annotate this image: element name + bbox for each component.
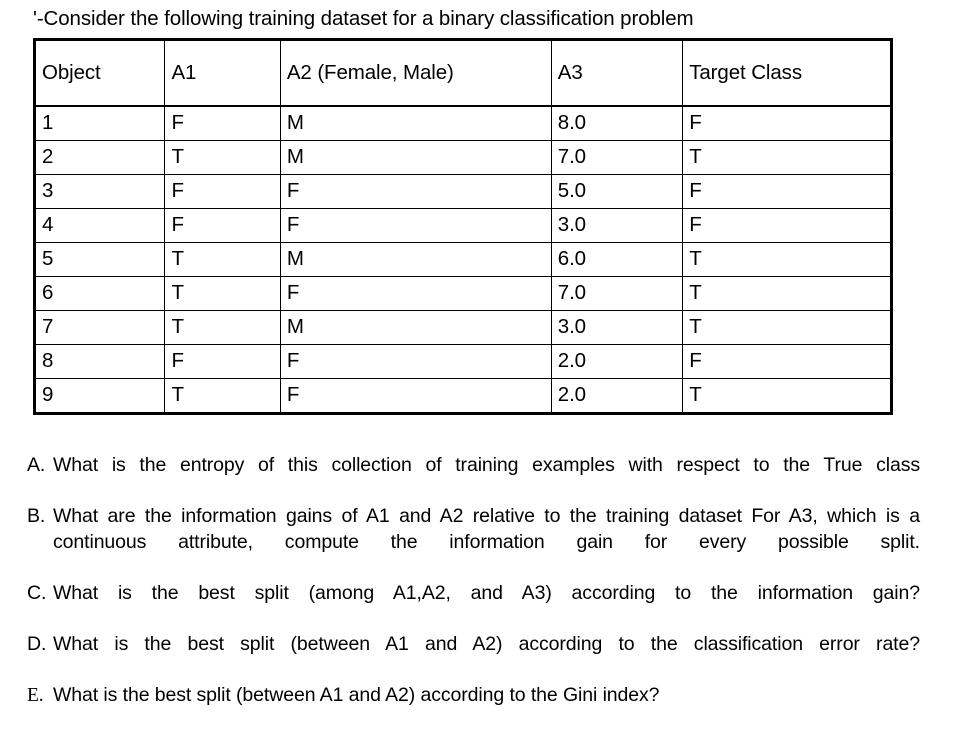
cell-object: 7	[33, 310, 166, 345]
cell-a1: T	[164, 140, 281, 175]
cell-target-class: F	[682, 174, 892, 209]
question-text-c: What is the best split (among A1,A2, and…	[53, 581, 920, 604]
table-row: 9 T F 2.0 T	[33, 378, 892, 414]
question-item-e: E. What is the best split (between A1 an…	[27, 683, 920, 709]
column-header-object: Object	[33, 39, 166, 107]
cell-target-class: T	[682, 310, 892, 345]
cell-a2: F	[279, 344, 552, 379]
cell-object: 5	[33, 242, 166, 277]
cell-object: 8	[33, 344, 166, 379]
cell-target-class: T	[682, 140, 892, 175]
table-body: 1 F M 8.0 F 2 T M 7.0 T 3 F F 5.0 F 4 F …	[33, 105, 892, 414]
cell-a3: 8.0	[550, 105, 684, 141]
table-row: 6 T F 7.0 T	[33, 276, 892, 311]
table-row: 1 F M 8.0 F	[33, 105, 892, 141]
question-marker-b: B.	[27, 505, 46, 527]
question-list: A. What is the entropy of this collectio…	[27, 453, 920, 708]
cell-target-class: F	[682, 344, 892, 379]
table-row: 8 F F 2.0 F	[33, 344, 892, 379]
cell-object: 9	[33, 378, 166, 414]
dataset-table-container: Object A1 A2 (Female, Male) A3 Target Cl…	[33, 38, 893, 415]
table-row: 4 F F 3.0 F	[33, 208, 892, 243]
cell-a2: F	[279, 174, 552, 209]
column-header-a3: A3	[550, 39, 684, 107]
cell-object: 1	[33, 105, 166, 141]
question-marker-c: C.	[27, 581, 47, 604]
cell-a2: F	[279, 276, 552, 311]
cell-a2: M	[279, 242, 552, 277]
question-marker-a: A.	[27, 454, 46, 476]
cell-a2: M	[279, 140, 552, 175]
cell-a3: 3.0	[550, 310, 684, 345]
cell-target-class: F	[682, 105, 892, 141]
table-row: 7 T M 3.0 T	[33, 310, 892, 345]
table-row: 5 T M 6.0 T	[33, 242, 892, 277]
cell-a1: F	[164, 208, 281, 243]
cell-a3: 2.0	[550, 378, 684, 414]
cell-a3: 6.0	[550, 242, 684, 277]
cell-a1: T	[164, 276, 281, 311]
question-item-c: C. What is the best split (among A1,A2, …	[27, 581, 920, 632]
cell-object: 3	[33, 174, 166, 209]
cell-object: 4	[33, 208, 166, 243]
question-text-b: What are the information gains of A1 and…	[53, 505, 920, 553]
column-header-a2: A2 (Female, Male)	[279, 39, 552, 107]
column-header-target-class: Target Class	[682, 39, 892, 107]
cell-a3: 7.0	[550, 276, 684, 311]
cell-a1: F	[164, 344, 281, 379]
page-title: '-Consider the following training datase…	[33, 7, 694, 30]
cell-a3: 3.0	[550, 208, 684, 243]
dataset-table: Object A1 A2 (Female, Male) A3 Target Cl…	[33, 38, 893, 415]
question-text-d: What is the best split (between A1 and A…	[53, 632, 920, 655]
cell-object: 2	[33, 140, 166, 175]
cell-a3: 7.0	[550, 140, 684, 175]
table-header: Object A1 A2 (Female, Male) A3 Target Cl…	[33, 39, 892, 107]
cell-object: 6	[33, 276, 166, 311]
cell-a2: F	[279, 208, 552, 243]
cell-a2: M	[279, 310, 552, 345]
question-item-d: D. What is the best split (between A1 an…	[27, 632, 920, 683]
cell-a1: F	[164, 174, 281, 209]
cell-a1: T	[164, 310, 281, 345]
table-row: 3 F F 5.0 F	[33, 174, 892, 209]
cell-target-class: T	[682, 242, 892, 277]
question-marker-e: E.	[27, 684, 44, 706]
table-header-row: Object A1 A2 (Female, Male) A3 Target Cl…	[33, 39, 892, 107]
question-text-e: What is the best split (between A1 and A…	[53, 683, 660, 706]
cell-a1: T	[164, 378, 281, 414]
cell-a1: F	[164, 105, 281, 141]
column-header-a1: A1	[164, 39, 281, 107]
question-item-b: B. What are the information gains of A1 …	[27, 504, 920, 581]
cell-a1: T	[164, 242, 281, 277]
cell-target-class: T	[682, 276, 892, 311]
cell-a3: 2.0	[550, 344, 684, 379]
cell-a3: 5.0	[550, 174, 684, 209]
cell-a2: F	[279, 378, 552, 414]
cell-a2: M	[279, 105, 552, 141]
question-text-a: What is the entropy of this collection o…	[53, 454, 920, 476]
table-row: 2 T M 7.0 T	[33, 140, 892, 175]
question-marker-d: D.	[27, 632, 47, 655]
cell-target-class: T	[682, 378, 892, 414]
cell-target-class: F	[682, 208, 892, 243]
question-item-a: A. What is the entropy of this collectio…	[27, 453, 920, 504]
